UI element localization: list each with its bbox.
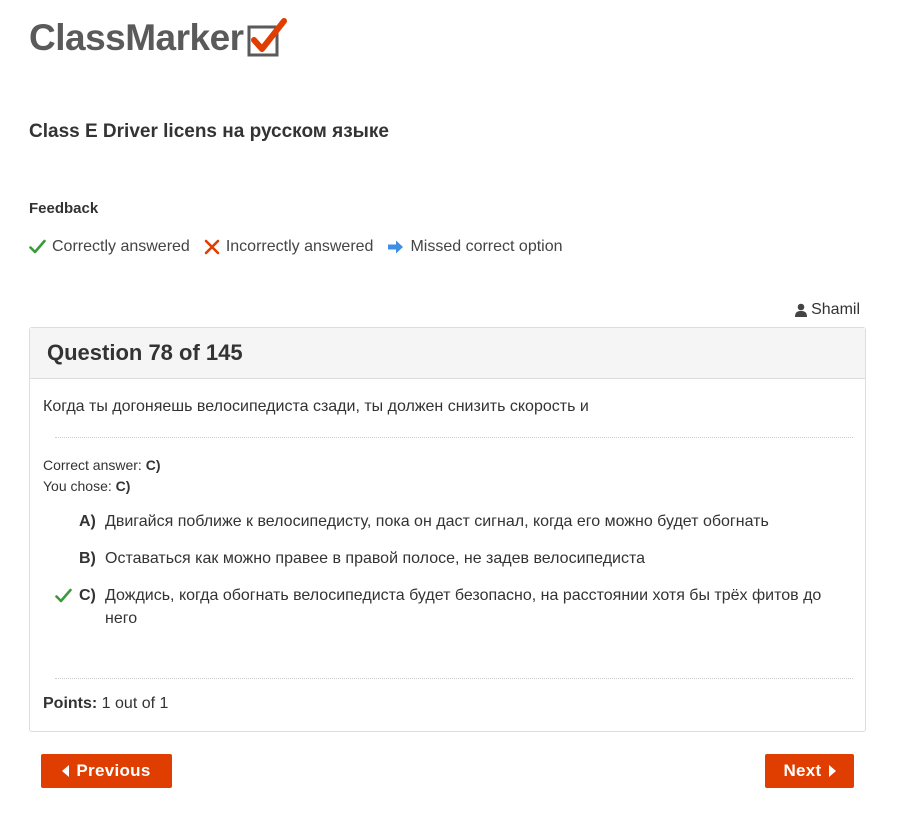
legend-label-missed: Missed correct option [410, 238, 563, 255]
user-info: Shamil [795, 301, 860, 319]
user-name: Shamil [811, 301, 860, 318]
previous-button[interactable]: Previous [41, 754, 172, 788]
arrow-right-icon [388, 240, 404, 254]
question-card: Question 78 of 145 Когда ты догоняешь ве… [29, 327, 866, 732]
points-value: 1 out of 1 [101, 695, 169, 712]
feedback-heading: Feedback [29, 200, 99, 217]
legend-item-incorrect: Incorrectly answered [204, 238, 374, 256]
correct-answer-value: C) [145, 457, 161, 473]
caret-right-icon [828, 765, 836, 777]
divider [55, 437, 853, 438]
option-letter: B) [79, 550, 96, 567]
you-chose-label: You chose: [43, 478, 112, 494]
next-button-label: Next [783, 761, 822, 780]
check-icon [55, 588, 72, 602]
logo-checkbox-icon [247, 18, 287, 57]
previous-button-label: Previous [76, 761, 151, 780]
classmarker-logo: ClassMarker [29, 16, 288, 60]
points-label: Points: [43, 695, 98, 712]
points-line: Points: 1 out of 1 [43, 695, 168, 713]
feedback-legend: Correctly answered Incorrectly answered … [29, 238, 577, 256]
option-letter: A) [79, 513, 96, 530]
legend-label-incorrect: Incorrectly answered [225, 238, 374, 255]
option-c: C) Дождись, когда обогнать велосипедиста… [43, 584, 843, 630]
legend-item-correct: Correctly answered [29, 238, 190, 256]
legend-label-correct: Correctly answered [52, 238, 190, 255]
check-icon [29, 239, 46, 254]
you-chose-value: C) [115, 478, 131, 494]
option-text: Оставаться как можно правее в правой пол… [105, 550, 646, 567]
correct-answer-line: Correct answer: C) [43, 455, 160, 476]
option-b-mark [55, 547, 79, 570]
answer-summary: Correct answer: C) You chose: C) [43, 455, 160, 497]
option-a-mark [55, 510, 79, 533]
option-c-mark [55, 584, 79, 607]
caret-left-icon [62, 765, 70, 777]
option-text: Двигайся поближе к велосипедисту, пока о… [105, 513, 769, 530]
question-text: Когда ты догоняешь велосипедиста сзади, … [43, 398, 589, 415]
question-number: Question 78 of 145 [47, 340, 243, 365]
legend-item-missed: Missed correct option [387, 238, 563, 256]
answer-options: A) Двигайся поближе к велосипедисту, пок… [43, 510, 843, 644]
logo-text: ClassMarker [29, 17, 244, 58]
quiz-title: Class E Driver licens на русском языке [29, 121, 389, 142]
correct-answer-label: Correct answer: [43, 457, 142, 473]
option-text: Дождись, когда обогнать велосипедиста бу… [105, 587, 822, 627]
option-letter: C) [79, 587, 96, 604]
divider [55, 678, 853, 679]
next-button[interactable]: Next [765, 754, 854, 788]
user-icon [795, 303, 808, 317]
you-chose-line: You chose: C) [43, 476, 160, 497]
option-b: B) Оставаться как можно правее в правой … [43, 547, 843, 570]
cross-icon [204, 239, 220, 255]
question-header: Question 78 of 145 [30, 328, 865, 379]
option-a: A) Двигайся поближе к велосипедисту, пок… [43, 510, 843, 533]
